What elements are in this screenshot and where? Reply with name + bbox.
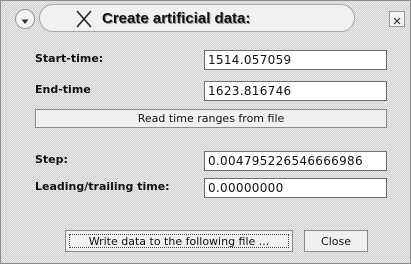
start-time-label: Start-time: <box>35 52 104 65</box>
read-time-ranges-label: Read time ranges from file <box>137 112 285 125</box>
title-bar: Create artificial data: <box>1 1 411 35</box>
x-mark-icon <box>74 9 94 29</box>
read-time-ranges-button[interactable]: Read time ranges from file <box>35 109 387 128</box>
close-icon <box>393 10 401 29</box>
write-data-button[interactable]: Write data to the following file ... <box>65 230 293 252</box>
write-data-label: Write data to the following file ... <box>66 231 292 251</box>
window-title: Create artificial data: <box>102 10 251 27</box>
end-time-label: End-time <box>35 83 91 96</box>
leading-trailing-time-label: Leading/trailing time: <box>35 180 170 193</box>
start-time-input[interactable] <box>204 50 387 70</box>
close-button[interactable]: Close <box>304 230 368 252</box>
create-artificial-data-dialog: Create artificial data: Start-time: End-… <box>0 0 411 264</box>
leading-trailing-time-input[interactable] <box>204 178 387 198</box>
chevron-down-icon <box>21 10 29 29</box>
title-pill: Create artificial data: <box>39 4 355 32</box>
end-time-input[interactable] <box>204 81 387 101</box>
close-window-button[interactable] <box>389 11 405 27</box>
close-button-label: Close <box>321 234 351 248</box>
step-input[interactable] <box>204 151 387 171</box>
window-menu-button[interactable] <box>15 9 35 29</box>
step-label: Step: <box>35 153 68 166</box>
